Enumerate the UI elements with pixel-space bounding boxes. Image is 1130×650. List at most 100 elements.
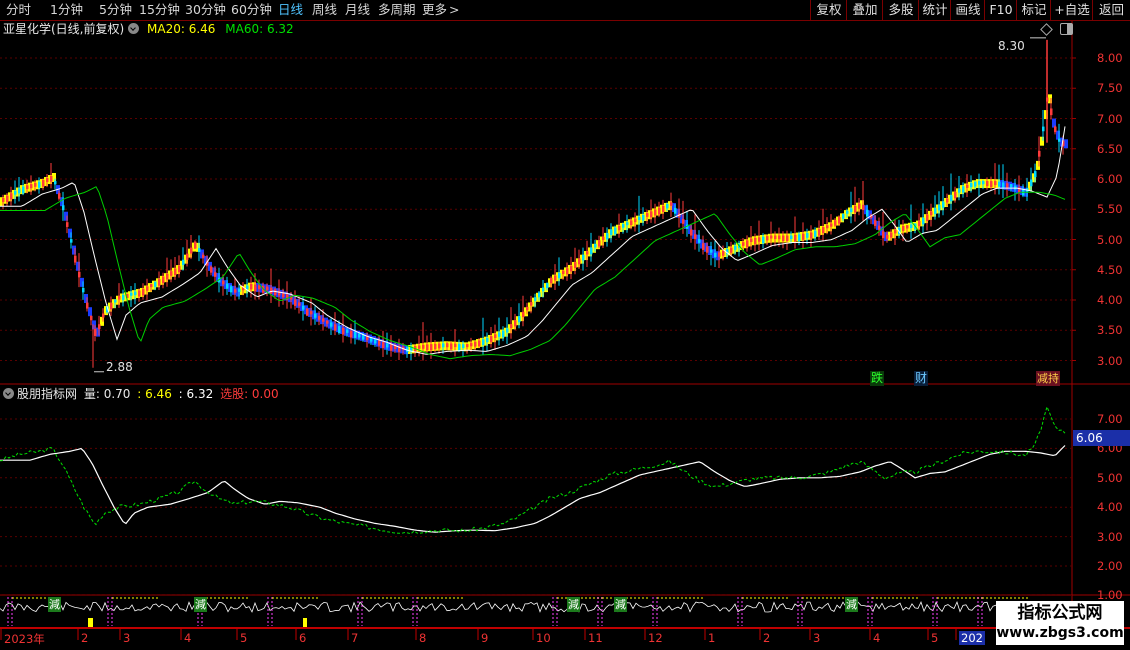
candle-body [294, 299, 297, 306]
candle-body [450, 343, 453, 350]
candle-body [146, 286, 149, 291]
stock-title: 亚星化学(日线,前复权) [3, 22, 125, 36]
trend-band-segment [1064, 139, 1068, 149]
time-axis-label: 202 [959, 631, 985, 645]
candle-body [938, 204, 941, 211]
candle-body [326, 320, 329, 324]
candle-body [266, 286, 269, 291]
candle-body [1058, 138, 1061, 142]
candle-body [934, 208, 937, 214]
candle-body [82, 287, 85, 293]
candle-body [1054, 126, 1057, 133]
candle-body [386, 343, 389, 348]
candle-body [330, 322, 333, 327]
time-axis-label: 11 [588, 631, 603, 645]
event-tag-reduce[interactable]: 减持 [1036, 371, 1060, 386]
candle-body [354, 331, 357, 338]
strip-tag-2: 減 [194, 597, 207, 612]
ma60-label: MA60: 6.32 [225, 22, 294, 36]
candle-body [730, 247, 733, 253]
candle-body [942, 201, 945, 208]
candle-body [806, 233, 809, 238]
candle-body [550, 277, 553, 284]
candle-body [890, 232, 893, 238]
candle-body [774, 235, 777, 240]
candle-body [642, 214, 645, 221]
ma20-label: MA20: 6.46 [147, 22, 216, 36]
main-y-tick: 5.50 [1097, 202, 1123, 217]
candle-body [462, 344, 465, 348]
watermark-logo: 指标公式网 www.zbgs3.com [996, 601, 1124, 645]
candle-body [110, 302, 113, 310]
indicator-header: 股朋指标网 量: 0.70 : 6.46 : 6.32 选股: 0.00 [3, 386, 279, 402]
candle-body [998, 181, 1001, 187]
candle-body [630, 220, 633, 225]
candle-body [318, 315, 321, 320]
candle-body [418, 345, 421, 349]
main-y-tick: 7.50 [1097, 81, 1123, 96]
kline-chart-canvas[interactable] [0, 0, 1130, 650]
candle-body [542, 287, 545, 292]
main-y-tick: 5.00 [1097, 232, 1123, 247]
indicator-dropdown-icon[interactable] [3, 388, 14, 399]
candle-body [202, 254, 205, 258]
main-y-tick: 3.50 [1097, 323, 1123, 338]
candle-body [710, 249, 713, 253]
candle-body [446, 343, 449, 348]
panel-toggle-icon[interactable] [1060, 23, 1073, 35]
candle-body [762, 236, 765, 244]
candle-body [194, 241, 197, 249]
strip-tag-3: 減 [567, 597, 580, 612]
strip-bar [303, 618, 307, 627]
candle-body [638, 216, 641, 221]
settings-dropdown-icon[interactable] [128, 23, 140, 34]
candle-body [754, 237, 757, 245]
candle-body [1042, 126, 1045, 132]
candle-body [166, 273, 169, 280]
indicator-y-tick: 3.00 [1097, 529, 1123, 544]
candle-body [222, 280, 225, 285]
indicator-val1: : 6.46 [137, 387, 172, 401]
indicator-current-value: 6.06 [1073, 430, 1130, 446]
candle-body [706, 246, 709, 253]
candle-body [14, 190, 17, 195]
candle-body [1050, 108, 1053, 116]
candle-body [794, 234, 797, 242]
candle-body [62, 205, 65, 211]
time-axis-label: 4 [873, 631, 881, 645]
candle-body [238, 288, 241, 292]
candle-body [842, 213, 845, 219]
candle-body [118, 296, 121, 300]
time-axis-label: 4 [184, 631, 192, 645]
candle-body [742, 242, 745, 246]
candle-body [970, 183, 973, 188]
candle-body [210, 266, 213, 273]
candle-body [6, 195, 9, 203]
candle-body [1030, 179, 1033, 187]
candle-body [442, 343, 445, 348]
candle-body [702, 243, 705, 250]
candle-body [154, 281, 157, 287]
candle-body [798, 234, 801, 241]
candle-body [390, 344, 393, 351]
candle-body [142, 288, 145, 296]
time-axis-label: 2023年 [4, 632, 45, 646]
event-tag-finance[interactable]: 财 [914, 371, 929, 386]
candle-body [34, 182, 37, 187]
candle-body [1010, 184, 1013, 188]
candle-body [158, 279, 161, 286]
indicator-val2: : 6.32 [178, 387, 214, 401]
candle-body [734, 245, 737, 250]
main-panel-header: 亚星化学(日线,前复权) MA20: 6.46 MA60: 6.32 [3, 21, 294, 37]
candle-body [802, 233, 805, 240]
candle-body [966, 184, 969, 188]
candle-body [854, 205, 857, 213]
event-tag-drop[interactable]: 跌 [870, 371, 885, 386]
candle-body [430, 344, 433, 351]
candle-body [590, 247, 593, 255]
candle-body [470, 342, 473, 347]
candle-body [530, 302, 533, 306]
main-y-tick: 8.00 [1097, 51, 1123, 65]
candle-body [174, 268, 177, 276]
candle-body [698, 239, 701, 243]
